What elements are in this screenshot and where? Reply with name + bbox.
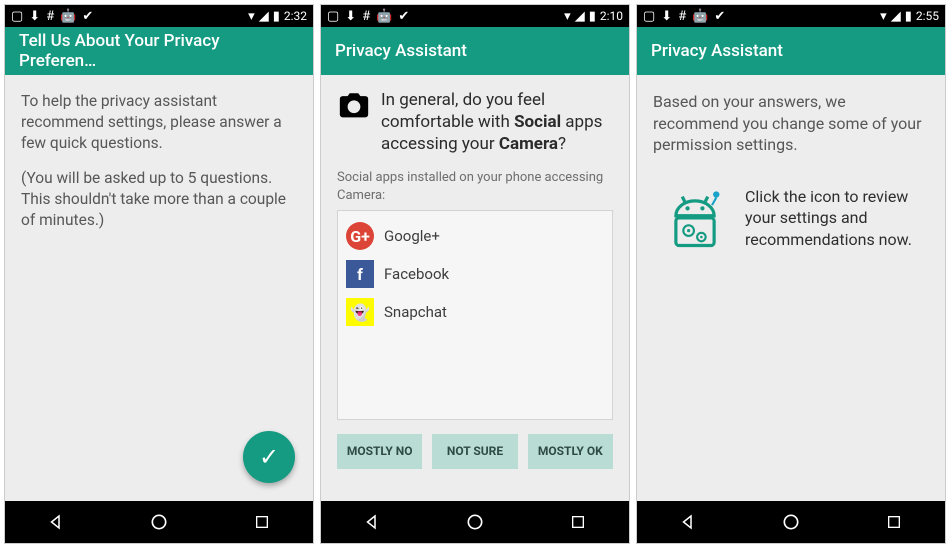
app-bar: Privacy Assistant xyxy=(321,27,629,75)
app-name: Facebook xyxy=(384,264,449,284)
snapchat-icon: 👻 xyxy=(346,298,374,326)
check-icon: ✓ xyxy=(259,441,279,473)
googleplus-icon: G+ xyxy=(346,222,374,250)
not-sure-button[interactable]: NOT SURE xyxy=(432,434,517,468)
android-icon: 🤖 xyxy=(60,10,76,23)
app-bar: Tell Us About Your Privacy Preferen… xyxy=(5,27,313,75)
question-text: In general, do you feel comfortable with… xyxy=(381,89,613,155)
nav-recents-button[interactable] xyxy=(558,507,598,537)
status-bar: ▢ ⬇ # 🤖 ✔ ▾ ◢ ▮ 2:10 xyxy=(321,5,629,27)
wifi-icon: ▾ xyxy=(248,10,255,23)
download-icon: ⬇ xyxy=(661,10,672,23)
hash-icon: # xyxy=(46,10,54,23)
app-bar: Privacy Assistant xyxy=(637,27,945,75)
hash-icon: # xyxy=(362,10,370,23)
app-title: Tell Us About Your Privacy Preferen… xyxy=(19,31,299,71)
list-item: G+ Google+ xyxy=(346,217,604,255)
android-icon: 🤖 xyxy=(376,10,392,23)
continue-fab[interactable]: ✓ xyxy=(243,431,295,483)
nav-recents-button[interactable] xyxy=(874,507,914,537)
signal-icon: ◢ xyxy=(259,10,269,23)
image-icon: ▢ xyxy=(327,10,339,23)
image-icon: ▢ xyxy=(643,10,655,23)
camera-icon xyxy=(337,89,371,123)
cta-text: Click the icon to review your settings a… xyxy=(745,186,921,251)
content: In general, do you feel comfortable with… xyxy=(321,75,629,501)
app-title: Privacy Assistant xyxy=(335,41,467,61)
answer-buttons: MOSTLY NO NOT SURE MOSTLY OK xyxy=(337,434,613,468)
content: To help the privacy assistant recommend … xyxy=(5,75,313,501)
apps-label: Social apps installed on your phone acce… xyxy=(337,169,613,204)
download-icon: ⬇ xyxy=(29,10,40,23)
app-title: Privacy Assistant xyxy=(651,41,783,61)
android-icon: 🤖 xyxy=(692,10,708,23)
content: Based on your answers, we recommend you … xyxy=(637,75,945,501)
screen-intro: ▢ ⬇ # 🤖 ✔ ▾ ◢ ▮ 2:32 Tell Us About Your … xyxy=(4,4,314,544)
facebook-icon: f xyxy=(346,260,374,288)
wifi-icon: ▾ xyxy=(880,10,887,23)
signal-icon: ◢ xyxy=(575,10,585,23)
nav-home-button[interactable] xyxy=(771,507,811,537)
tasks-icon: ✔ xyxy=(82,10,93,23)
intro-text-1: To help the privacy assistant recommend … xyxy=(21,91,297,154)
mostly-ok-button[interactable]: MOSTLY OK xyxy=(528,434,613,468)
image-icon: ▢ xyxy=(11,10,23,23)
nav-bar xyxy=(637,501,945,543)
mostly-no-button[interactable]: MOSTLY NO xyxy=(337,434,422,468)
battery-icon: ▮ xyxy=(273,10,280,23)
nav-back-button[interactable] xyxy=(36,507,76,537)
nav-home-button[interactable] xyxy=(139,507,179,537)
status-time: 2:55 xyxy=(916,9,939,23)
app-name: Snapchat xyxy=(384,302,447,322)
screen-question: ▢ ⬇ # 🤖 ✔ ▾ ◢ ▮ 2:10 Privacy Assistant I… xyxy=(320,4,630,544)
screen-recommend: ▢ ⬇ # 🤖 ✔ ▾ ◢ ▮ 2:55 Privacy Assistant B… xyxy=(636,4,946,544)
apps-list: G+ Google+ f Facebook 👻 Snapchat xyxy=(337,210,613,420)
list-item: 👻 Snapchat xyxy=(346,293,604,331)
status-bar: ▢ ⬇ # 🤖 ✔ ▾ ◢ ▮ 2:55 xyxy=(637,5,945,27)
list-item: f Facebook xyxy=(346,255,604,293)
download-icon: ⬇ xyxy=(345,10,356,23)
hash-icon: # xyxy=(678,10,686,23)
intro-text-2: (You will be asked up to 5 questions. Th… xyxy=(21,168,297,231)
wifi-icon: ▾ xyxy=(564,10,571,23)
battery-icon: ▮ xyxy=(589,10,596,23)
status-time: 2:32 xyxy=(284,9,307,23)
nav-bar xyxy=(5,501,313,543)
recommendation-text: Based on your answers, we recommend you … xyxy=(653,91,929,156)
nav-bar xyxy=(321,501,629,543)
nav-recents-button[interactable] xyxy=(242,507,282,537)
nav-back-button[interactable] xyxy=(352,507,392,537)
status-time: 2:10 xyxy=(600,9,623,23)
tasks-icon: ✔ xyxy=(398,10,409,23)
nav-home-button[interactable] xyxy=(455,507,495,537)
signal-icon: ◢ xyxy=(891,10,901,23)
nav-back-button[interactable] xyxy=(668,507,708,537)
battery-icon: ▮ xyxy=(905,10,912,23)
app-name: Google+ xyxy=(384,226,440,246)
tasks-icon: ✔ xyxy=(714,10,725,23)
status-bar: ▢ ⬇ # 🤖 ✔ ▾ ◢ ▮ 2:32 xyxy=(5,5,313,27)
android-settings-icon[interactable] xyxy=(661,186,729,254)
